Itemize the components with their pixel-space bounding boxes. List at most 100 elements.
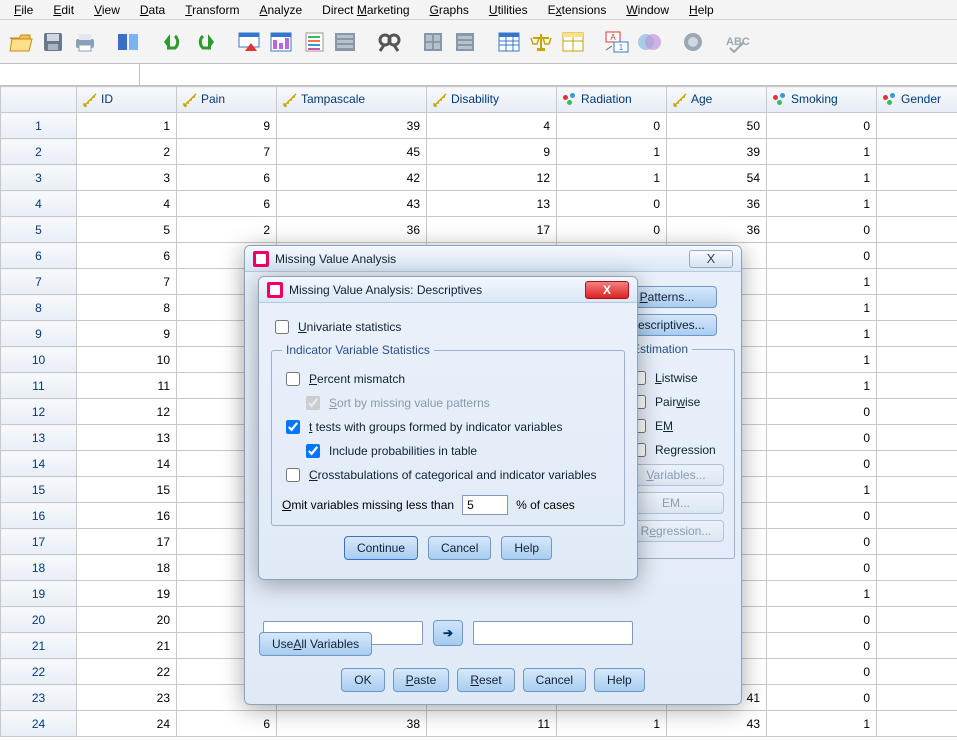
cell[interactable]: 6 (177, 711, 277, 737)
cell[interactable]: 24 (77, 711, 177, 737)
menu-file[interactable]: File (4, 1, 43, 19)
cell[interactable]: 20 (77, 607, 177, 633)
row-header[interactable]: 1 (1, 113, 77, 139)
cell[interactable]: 9 (77, 321, 177, 347)
cell[interactable]: 17 (427, 217, 557, 243)
corner-cell[interactable] (1, 87, 77, 113)
spellcheck-icon[interactable]: ABC (722, 27, 752, 57)
toolbar-dataview-icon[interactable] (114, 27, 144, 57)
cell[interactable]: 0 (767, 529, 877, 555)
cell[interactable]: 1 (877, 113, 957, 139)
row-header[interactable]: 5 (1, 217, 77, 243)
cell[interactable]: 11 (427, 711, 557, 737)
column-header-age[interactable]: Age (667, 87, 767, 113)
cell[interactable]: 10 (77, 347, 177, 373)
column-header-smoking[interactable]: Smoking (767, 87, 877, 113)
menu-data[interactable]: Data (130, 1, 175, 19)
cell[interactable]: 5 (77, 217, 177, 243)
cell[interactable]: 1 (557, 165, 667, 191)
row-header[interactable]: 7 (1, 269, 77, 295)
menu-window[interactable]: Window (616, 1, 679, 19)
row-header[interactable]: 12 (1, 399, 77, 425)
toolbar-icon-3[interactable] (298, 27, 328, 57)
cell[interactable]: 1 (877, 373, 957, 399)
cell[interactable]: 1 (877, 633, 957, 659)
column-header-id[interactable]: ID (77, 87, 177, 113)
paste-button[interactable]: Paste (393, 668, 450, 692)
cell[interactable]: 1 (877, 399, 957, 425)
cell[interactable]: 1 (877, 555, 957, 581)
ttests-checkbox[interactable] (286, 420, 300, 434)
descriptives-title-bar[interactable]: Missing Value Analysis: Descriptives X (259, 277, 637, 303)
column-header-tampascale[interactable]: Tampascale (277, 87, 427, 113)
cell[interactable]: 8 (77, 295, 177, 321)
row-header[interactable]: 18 (1, 555, 77, 581)
row-header[interactable]: 9 (1, 321, 77, 347)
cell[interactable]: 0 (767, 555, 877, 581)
cell[interactable]: 7 (177, 139, 277, 165)
cell[interactable]: 39 (277, 113, 427, 139)
omit-percent-input[interactable] (462, 495, 508, 515)
cell[interactable]: 0 (877, 711, 957, 737)
menu-direct-marketing[interactable]: Direct Marketing (312, 1, 419, 19)
cancel-button[interactable]: Cancel (523, 668, 586, 692)
desc-cancel-button[interactable]: Cancel (428, 536, 491, 560)
cell[interactable]: 1 (877, 529, 957, 555)
cell[interactable]: 1 (767, 347, 877, 373)
cell[interactable]: 0 (767, 659, 877, 685)
toolbar-icon-10[interactable] (634, 27, 664, 57)
cell[interactable]: 2 (177, 217, 277, 243)
cell[interactable]: 0 (877, 165, 957, 191)
cell[interactable]: 1 (877, 607, 957, 633)
undo-icon[interactable] (158, 27, 188, 57)
column-header-radiation[interactable]: Radiation (557, 87, 667, 113)
cell[interactable]: 42 (277, 165, 427, 191)
row-header[interactable]: 15 (1, 477, 77, 503)
cell[interactable]: 1 (877, 685, 957, 711)
cell[interactable]: 21 (77, 633, 177, 659)
menu-help[interactable]: Help (679, 1, 724, 19)
mva-dialog-title-bar[interactable]: Missing Value Analysis X (245, 246, 741, 272)
cell[interactable]: 17 (77, 529, 177, 555)
cell[interactable]: 22 (77, 659, 177, 685)
row-header[interactable]: 13 (1, 425, 77, 451)
cell[interactable]: 43 (277, 191, 427, 217)
toolbar-icon-11[interactable] (678, 27, 708, 57)
percent-mismatch-checkbox[interactable] (286, 372, 300, 386)
toolbar-icon-1[interactable] (234, 27, 264, 57)
cell[interactable]: 0 (557, 217, 667, 243)
toolbar-icon-5[interactable] (418, 27, 448, 57)
cell[interactable]: 12 (427, 165, 557, 191)
cell[interactable]: 1 (767, 321, 877, 347)
cell[interactable]: 0 (767, 685, 877, 711)
column-header-disability[interactable]: Disability (427, 87, 557, 113)
ok-button[interactable]: OK (341, 668, 384, 692)
cell[interactable]: 1 (557, 711, 667, 737)
menu-view[interactable]: View (84, 1, 130, 19)
cell[interactable]: 1 (767, 581, 877, 607)
use-all-variables-button[interactable]: Use All Variables (259, 632, 372, 656)
find-icon[interactable] (374, 27, 404, 57)
row-header[interactable]: 19 (1, 581, 77, 607)
toolbar-icon-7[interactable] (494, 27, 524, 57)
row-header[interactable]: 23 (1, 685, 77, 711)
row-header[interactable]: 16 (1, 503, 77, 529)
cell[interactable]: 14 (77, 451, 177, 477)
cell[interactable]: 0 (877, 581, 957, 607)
row-header[interactable]: 22 (1, 659, 77, 685)
cell[interactable]: 1 (767, 295, 877, 321)
cell[interactable]: 50 (667, 113, 767, 139)
cell[interactable]: 19 (77, 581, 177, 607)
row-header[interactable]: 24 (1, 711, 77, 737)
cell[interactable]: 0 (557, 113, 667, 139)
cell[interactable]: 0 (557, 191, 667, 217)
include-prob-checkbox[interactable] (306, 444, 320, 458)
cell[interactable]: 0 (767, 243, 877, 269)
cell[interactable]: 0 (767, 451, 877, 477)
cell[interactable]: 2 (77, 139, 177, 165)
cell[interactable]: 1 (767, 477, 877, 503)
row-header[interactable]: 14 (1, 451, 77, 477)
cell[interactable]: 0 (767, 113, 877, 139)
menu-edit[interactable]: Edit (43, 1, 84, 19)
cell[interactable]: 39 (667, 139, 767, 165)
